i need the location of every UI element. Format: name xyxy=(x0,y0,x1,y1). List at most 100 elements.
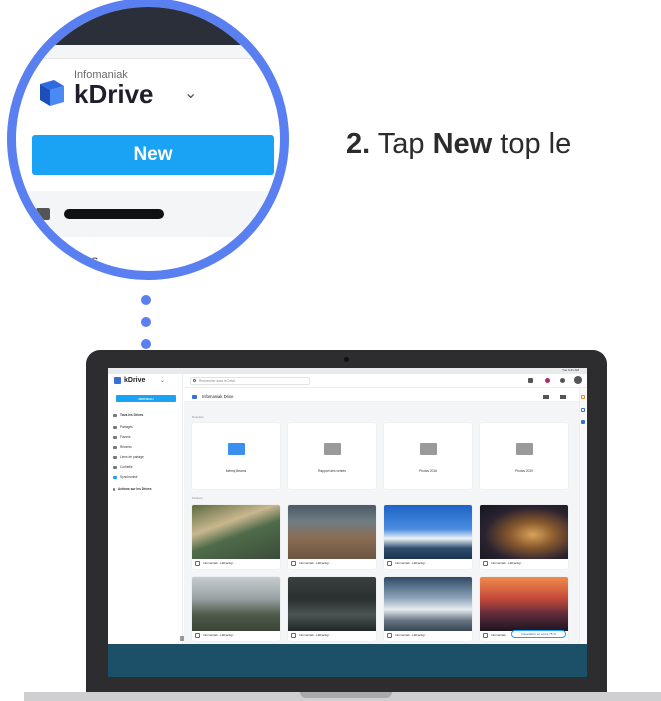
photo-thumbnail xyxy=(480,577,568,631)
photo-card[interactable]: Infomaniak - Hdbackgr... xyxy=(384,505,472,569)
sidebar-item-share-links[interactable]: Liens de partage xyxy=(113,455,144,459)
folder-icon xyxy=(324,443,341,455)
new-button[interactable]: NOUVEAU xyxy=(116,395,176,402)
image-file-icon xyxy=(483,561,488,566)
folder-card[interactable]: Photos 2016 xyxy=(384,423,472,489)
image-file-icon xyxy=(291,561,296,566)
folder-label: Mémoj Beams xyxy=(225,469,247,473)
search-icon xyxy=(193,379,196,382)
photo-thumbnail xyxy=(384,505,472,559)
kdrive-logo-icon xyxy=(40,80,64,106)
sidebar-item-label: Corbeille xyxy=(120,465,133,469)
image-file-icon xyxy=(387,633,392,638)
sidebar-item-label: Synchronisé xyxy=(120,475,138,479)
folder-icon xyxy=(420,443,437,455)
zoom-new-button[interactable]: New xyxy=(32,135,274,175)
photo-card[interactable]: Infomaniak - Hdbackgr... xyxy=(384,577,472,641)
image-file-icon xyxy=(483,633,488,638)
instruction-prefix: Tap xyxy=(377,128,425,160)
apps-grid-icon[interactable] xyxy=(528,378,533,383)
drive-icon xyxy=(36,208,50,220)
folder-icon xyxy=(228,443,245,455)
share-icon xyxy=(113,425,117,429)
sidebar-item-recent[interactable]: Récents xyxy=(113,445,132,449)
image-file-icon xyxy=(195,561,200,566)
image-file-icon xyxy=(387,561,392,566)
image-file-icon xyxy=(291,633,296,638)
sidebar-item-sync[interactable]: Synchronisé xyxy=(113,475,138,479)
folder-label: Rapport des ventes xyxy=(318,469,346,473)
info-icon[interactable] xyxy=(581,395,585,399)
star-icon xyxy=(113,435,117,439)
photo-card[interactable]: Infomaniak - Hdbackgr... xyxy=(288,577,376,641)
sort-icon[interactable] xyxy=(543,395,549,399)
chevron-down-icon[interactable]: ⌄ xyxy=(184,83,197,103)
search-input[interactable]: Rechercher dans le Drive xyxy=(190,377,310,385)
sidebar-item-drive-actions[interactable]: Actions sur les Drives xyxy=(113,487,151,491)
notifications-icon[interactable] xyxy=(545,378,550,383)
instruction-suffix: top le xyxy=(500,128,572,160)
connector-dot xyxy=(141,339,151,349)
folder-card[interactable]: Rapport des ventes xyxy=(288,423,376,489)
sidebar-item-label: Favoris xyxy=(120,435,131,439)
sidebar-item-favorites[interactable]: Favoris xyxy=(113,435,130,439)
sync-icon xyxy=(113,475,117,479)
chevron-down-icon[interactable]: ⌄ xyxy=(160,377,165,384)
sidebar-item-label: Récents xyxy=(120,445,132,449)
section-folders-label: Dossiers xyxy=(192,415,204,419)
link-icon xyxy=(113,455,117,459)
photo-label: Infomaniak - Hdbackgr... xyxy=(395,633,428,637)
photo-label: Infomaniak - xyxy=(491,633,508,637)
chevron-icon xyxy=(113,487,115,491)
photo-label: Infomaniak - Hdbackgr... xyxy=(203,633,236,637)
sidebar-item-label: Tous les Drives xyxy=(120,413,144,417)
zoom-brand-product: kDrive xyxy=(74,79,154,109)
drive-icon xyxy=(113,413,117,417)
sidebar-item-all-drives[interactable]: Tous les Drives xyxy=(113,413,143,417)
redacted-drive-name xyxy=(64,209,164,219)
breadcrumb-bar xyxy=(184,389,579,402)
upload-progress-pill[interactable]: Importation en cours 75 % xyxy=(511,630,566,638)
sidebar-brand: kDrive xyxy=(124,377,146,384)
gear-icon[interactable] xyxy=(560,378,565,383)
comments-icon[interactable] xyxy=(581,420,585,424)
photo-label: Infomaniak - Hdbackgr... xyxy=(203,561,236,565)
clock-icon xyxy=(113,445,117,449)
sidebar-item-trash[interactable]: Corbeille xyxy=(113,465,133,469)
zoom-header-strip xyxy=(16,45,280,59)
photo-card[interactable]: Infomaniak - Hdbackgr... xyxy=(192,577,280,641)
folder-card[interactable]: Mémoj Beams xyxy=(192,423,280,489)
activity-icon[interactable] xyxy=(581,408,585,412)
desktop-wallpaper-strip xyxy=(108,644,587,677)
photo-card[interactable]: Infomaniak - Hdbackgr... xyxy=(288,505,376,569)
section-files-label: Fichiers xyxy=(192,496,203,500)
avatar[interactable] xyxy=(574,376,582,384)
folder-icon xyxy=(516,443,533,455)
tutorial-slide: 2. Tap New top le Infomaniak kDrive ⌄ Ne… xyxy=(0,0,661,701)
photo-card[interactable]: Infomaniak - Hdbackgr... xyxy=(480,505,568,569)
folder-label: Photos 2019 xyxy=(515,469,533,473)
sidebar-item-shared[interactable]: Partagés xyxy=(113,425,133,429)
instruction-text: 2. Tap New top le xyxy=(346,128,571,161)
photo-thumbnail xyxy=(192,505,280,559)
menubar-clock: Tue 9:41 AM xyxy=(562,368,579,372)
connector-dot xyxy=(141,295,151,305)
laptop-notch xyxy=(300,692,392,698)
view-toggle-icon[interactable] xyxy=(560,395,566,399)
zoom-window-bar xyxy=(16,7,280,45)
sidebar-item-label: Actions sur les Drives xyxy=(118,487,152,491)
photo-thumbnail xyxy=(384,577,472,631)
folder-label: Photos 2016 xyxy=(419,469,437,473)
folder-card[interactable]: Photos 2019 xyxy=(480,423,568,489)
zoom-partial-menu-item[interactable]: tages xyxy=(64,252,98,268)
trash-icon xyxy=(113,465,117,469)
right-rail xyxy=(579,388,587,644)
step-number: 2. xyxy=(346,128,371,160)
breadcrumb[interactable]: Infomaniak Drive xyxy=(202,394,233,399)
photo-card[interactable]: Infomaniak - Hdbackgr... xyxy=(192,505,280,569)
laptop-camera xyxy=(344,357,349,362)
drive-icon xyxy=(192,395,197,399)
sidebar-item-label: Partagés xyxy=(120,425,133,429)
photo-thumbnail xyxy=(480,505,568,559)
zoom-magnifier: Infomaniak kDrive ⌄ New tages xyxy=(7,0,289,280)
